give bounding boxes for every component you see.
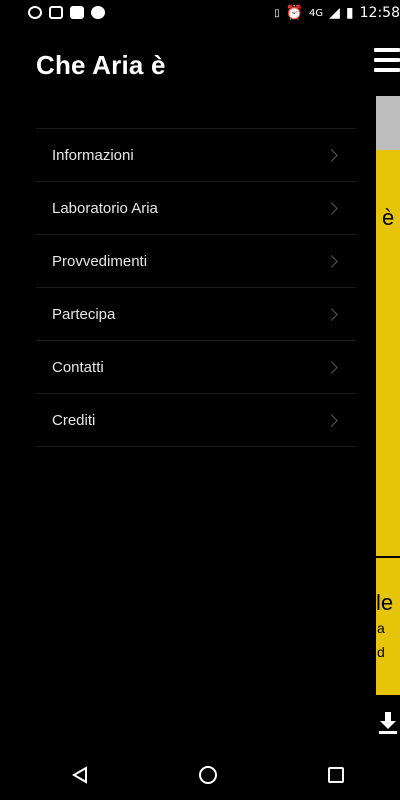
content-divider [376,556,400,558]
chevron-right-icon [325,360,338,374]
chevron-right-icon [325,201,338,215]
menu-item-laboratorio-aria[interactable]: Laboratorio Aria [36,182,356,235]
gmail-icon [49,6,63,19]
menu-icon[interactable] [374,48,400,76]
chevron-right-icon [325,413,338,427]
chevron-right-icon [325,148,338,162]
alarm-icon [91,6,105,19]
peek-text: a [377,620,385,636]
content-grey-strip [376,96,400,150]
peek-text: è [382,205,395,230]
system-nav-bar [16,750,400,800]
status-bar: ▯ ⏰ 4G ◢ ▮ 12:58 [16,0,400,28]
app-frame: ▯ ⏰ 4G ◢ ▮ 12:58 è le a d Che Aria è Inf… [16,0,400,800]
clock: 12:58 [359,5,400,21]
signal-icon: ◢ [329,5,340,21]
menu-item-informazioni[interactable]: Informazioni [36,129,356,182]
home-icon[interactable] [188,755,228,795]
peek-text: le [376,590,394,615]
recents-icon[interactable] [316,755,356,795]
menu-item-label: Provvedimenti [52,252,148,270]
battery-icon: ▮ [345,5,354,21]
download-icon[interactable] [379,712,397,734]
peek-text: d [377,644,385,660]
drawer-title: Che Aria è [36,50,166,80]
menu-item-label: Laboratorio Aria [52,199,158,217]
vibrate-icon: ▯ [274,7,280,19]
menu-item-label: Partecipa [52,305,116,323]
network-type: 4G [309,7,324,19]
image-icon [70,6,84,19]
alarm-icon: ⏰ [285,5,304,21]
whatsapp-icon [28,6,42,19]
menu-item-crediti[interactable]: Crediti [36,394,356,447]
back-icon[interactable] [60,755,100,795]
menu-item-contatti[interactable]: Contatti [36,341,356,394]
menu-item-partecipa[interactable]: Partecipa [36,288,356,341]
chevron-right-icon [325,254,338,268]
chevron-right-icon [325,307,338,321]
menu-item-label: Informazioni [52,146,134,164]
menu-item-provvedimenti[interactable]: Provvedimenti [36,235,356,288]
drawer-menu: Informazioni Laboratorio Aria Provvedime… [36,128,356,447]
menu-item-label: Contatti [52,358,104,376]
menu-item-label: Crediti [52,411,96,429]
navigation-drawer: Che Aria è Informazioni Laboratorio Aria… [16,28,374,750]
